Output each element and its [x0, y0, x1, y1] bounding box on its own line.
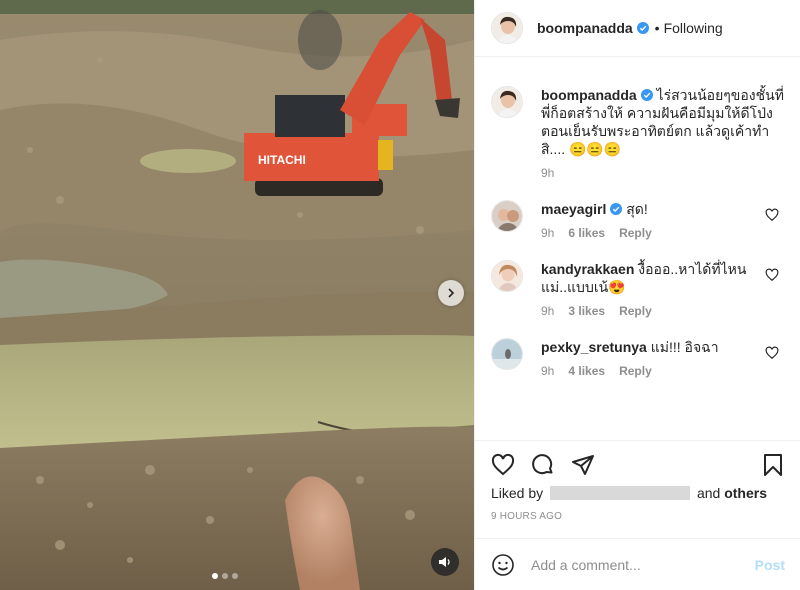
- reply-button[interactable]: Reply: [619, 226, 652, 240]
- post-actions-section: Liked by and others 9 HOURS AGO: [475, 440, 800, 538]
- verified-badge-icon: [610, 203, 623, 215]
- comment-likes-count[interactable]: 3 likes: [568, 304, 605, 318]
- profile-photo: [492, 261, 522, 291]
- avatar[interactable]: [491, 86, 523, 118]
- heart-icon[interactable]: [491, 453, 515, 477]
- emoji-icon[interactable]: [491, 553, 515, 577]
- comments-list[interactable]: boompanadda ไร่สวนน้อยๆของชั้นที่พี่ก็อต…: [475, 72, 800, 440]
- heart-icon[interactable]: [765, 208, 779, 222]
- next-slide-button[interactable]: [438, 280, 464, 306]
- liked-by-summary[interactable]: Liked by and others: [475, 477, 800, 501]
- post-timestamp[interactable]: 9 HOURS AGO: [475, 501, 800, 522]
- carousel-dot: [232, 573, 238, 579]
- verified-badge-icon: [640, 89, 653, 101]
- liked-by-suffix: and: [696, 485, 721, 501]
- post-caption: boompanadda ไร่สวนน้อยๆของชั้นที่พี่ก็อต…: [475, 86, 800, 180]
- post-author-username[interactable]: boompanadda: [537, 20, 633, 36]
- comment-username[interactable]: kandyrakkaen: [541, 261, 634, 277]
- following-button[interactable]: Following: [664, 20, 723, 36]
- speaker-icon: [439, 557, 450, 567]
- carousel-dot: [212, 573, 218, 579]
- comment-username[interactable]: pexky_sretunya: [541, 339, 647, 355]
- post-media[interactable]: HITACHI: [0, 0, 474, 590]
- chevron-right-icon: [448, 288, 455, 298]
- post-detail-panel: boompanadda • Following boompanadda ไร่ส…: [474, 0, 800, 590]
- comment-likes-count[interactable]: 4 likes: [568, 364, 605, 378]
- heart-icon[interactable]: [765, 268, 779, 282]
- avatar[interactable]: [491, 12, 523, 44]
- avatar[interactable]: [491, 260, 523, 292]
- separator-dot: •: [654, 20, 660, 36]
- post-header: boompanadda • Following: [475, 0, 800, 57]
- post-button[interactable]: Post: [755, 557, 785, 573]
- svg-text:HITACHI: HITACHI: [258, 153, 306, 167]
- caption-time: 9h: [541, 166, 555, 180]
- sound-toggle-button[interactable]: [431, 548, 459, 576]
- verified-badge-icon: [636, 22, 649, 34]
- profile-photo: [492, 87, 522, 117]
- comment-item: pexky_sretunya แม่!!! อิจฉา 9h 4 likes R…: [475, 338, 800, 378]
- profile-photo: [492, 13, 522, 43]
- comment-icon[interactable]: [531, 453, 555, 477]
- comment-username[interactable]: maeyagirl: [541, 201, 606, 217]
- comment-text: สุด!: [626, 201, 648, 217]
- paper-plane-icon[interactable]: [571, 453, 595, 477]
- video-frame: HITACHI: [0, 0, 474, 590]
- comment-time: 9h: [541, 364, 555, 378]
- reply-button[interactable]: Reply: [619, 364, 652, 378]
- heart-icon[interactable]: [765, 346, 779, 360]
- reply-button[interactable]: Reply: [619, 304, 652, 318]
- redacted-usernames: [550, 486, 691, 500]
- comment-text: แม่!!! อิจฉา: [650, 339, 719, 355]
- carousel-dot: [222, 573, 228, 579]
- profile-photo: [492, 201, 522, 231]
- comment-item: maeyagirl สุด! 9h 6 likes Reply: [475, 200, 800, 240]
- comment-item: kandyrakkaen งื้อออ..หาได้ที่ไหนแม่..แบบ…: [475, 260, 800, 318]
- add-comment-bar: Post: [475, 538, 800, 590]
- bookmark-icon[interactable]: [761, 453, 785, 477]
- avatar[interactable]: [491, 200, 523, 232]
- caption-username[interactable]: boompanadda: [541, 87, 637, 103]
- comment-time: 9h: [541, 304, 555, 318]
- profile-photo: [492, 339, 522, 369]
- liked-by-prefix: Liked by: [491, 485, 544, 501]
- action-bar: [475, 441, 800, 477]
- comment-likes-count[interactable]: 6 likes: [568, 226, 605, 240]
- comment-time: 9h: [541, 226, 555, 240]
- comment-input[interactable]: [531, 556, 755, 573]
- liked-by-others-link[interactable]: others: [724, 485, 767, 501]
- carousel-indicator: [212, 573, 238, 579]
- avatar[interactable]: [491, 338, 523, 370]
